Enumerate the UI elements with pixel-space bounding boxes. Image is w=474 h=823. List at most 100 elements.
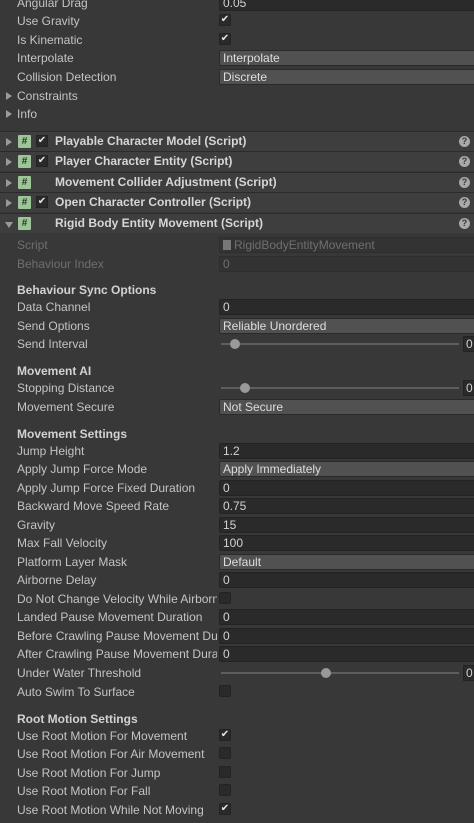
apply-jump-force-mode-dropdown[interactable]: Apply Immediately <box>219 461 474 477</box>
help-icon[interactable]: ? <box>459 156 470 167</box>
before-crawling-field[interactable]: 0 <box>219 628 474 644</box>
component-header-player-character-entity[interactable]: # ✔ Player Character Entity (Script) ? <box>0 151 474 171</box>
collision-detection-label: Collision Detection <box>17 70 117 84</box>
script-hash-icon: # <box>18 217 31 230</box>
root-motion-fall-row: Use Root Motion For Fall <box>0 782 474 800</box>
section-header-movement-settings: Movement Settings <box>0 425 474 443</box>
component-enabled-checkbox[interactable]: ✔ <box>36 196 48 208</box>
component-header-movement-collider-adjustment[interactable]: # Movement Collider Adjustment (Script) … <box>0 172 474 192</box>
foldout-arrow-icon[interactable] <box>6 92 12 100</box>
help-icon[interactable]: ? <box>459 197 470 208</box>
component-title: Playable Character Model (Script) <box>55 134 247 148</box>
send-interval-row: Send Interval 0 <box>0 335 474 353</box>
jump-height-field[interactable]: 1.2 <box>219 443 474 459</box>
apply-jump-force-fixed-duration-field[interactable]: 0 <box>219 480 474 496</box>
section-title: Movement Settings <box>17 427 128 441</box>
stopping-distance-slider[interactable]: 0 <box>219 379 474 397</box>
do-not-change-velocity-label: Do Not Change Velocity While Airborne <box>17 592 217 606</box>
foldout-arrow-icon[interactable] <box>6 199 12 207</box>
data-channel-field[interactable]: 0 <box>219 299 474 315</box>
gravity-field[interactable]: 15 <box>219 517 474 533</box>
jump-height-row: Jump Height 1.2 <box>0 442 474 460</box>
root-motion-not-moving-label: Use Root Motion While Not Moving <box>17 803 204 817</box>
foldout-arrow-icon[interactable] <box>6 138 12 146</box>
slider-track[interactable] <box>221 387 459 389</box>
send-options-row: Send Options Reliable Unordered <box>0 317 474 335</box>
slider-thumb[interactable] <box>239 383 250 393</box>
under-water-threshold-slider[interactable]: 0 <box>219 664 474 682</box>
behaviour-index-field: 0 <box>219 256 474 272</box>
help-icon[interactable]: ? <box>459 136 470 147</box>
data-channel-label: Data Channel <box>17 300 91 314</box>
component-enabled-checkbox[interactable]: ✔ <box>36 155 48 167</box>
auto-swim-checkbox[interactable] <box>219 685 231 697</box>
backward-move-speed-rate-field[interactable]: 0.75 <box>219 498 474 514</box>
info-label[interactable]: Info <box>17 105 217 123</box>
info-foldout[interactable]: Info <box>0 105 474 123</box>
slider-track[interactable] <box>221 672 459 674</box>
script-hash-icon: # <box>18 176 31 189</box>
collision-detection-row: Collision Detection Discrete <box>0 68 474 86</box>
root-motion-movement-row: Use Root Motion For Movement ✔ <box>0 727 474 745</box>
script-name: RigidBodyEntityMovement <box>234 238 375 252</box>
is-kinematic-checkbox[interactable]: ✔ <box>219 33 231 45</box>
landed-pause-label: Landed Pause Movement Duration <box>17 610 203 624</box>
auto-swim-label: Auto Swim To Surface <box>17 685 135 699</box>
max-fall-velocity-field[interactable]: 100 <box>219 535 474 551</box>
component-header-playable-character-model[interactable]: # ✔ Playable Character Model (Script) ? <box>0 131 474 151</box>
angular-drag-field[interactable]: 0.05 <box>219 0 474 11</box>
slider-value-field[interactable]: 0 <box>463 380 474 396</box>
component-header-open-character-controller[interactable]: # ✔ Open Character Controller (Script) ? <box>0 192 474 212</box>
component-header-rigid-body-entity-movement[interactable]: # Rigid Body Entity Movement (Script) ? <box>0 213 474 233</box>
foldout-arrow-expanded-icon[interactable] <box>5 222 13 228</box>
apply-jump-force-fixed-duration-row: Apply Jump Force Fixed Duration 0 <box>0 479 474 497</box>
root-motion-jump-row: Use Root Motion For Jump <box>0 764 474 782</box>
help-icon[interactable]: ? <box>459 177 470 188</box>
platform-layer-mask-dropdown[interactable]: Default <box>219 554 474 570</box>
slider-track[interactable] <box>221 343 459 345</box>
use-gravity-checkbox[interactable]: ✔ <box>219 14 231 26</box>
slider-value-field[interactable]: 0 <box>463 336 474 352</box>
slider-thumb[interactable] <box>320 668 331 678</box>
component-enabled-checkbox[interactable]: ✔ <box>36 135 48 147</box>
script-label: Script <box>17 238 48 252</box>
gravity-row: Gravity 15 <box>0 516 474 534</box>
section-header-root-motion: Root Motion Settings <box>0 710 474 728</box>
root-motion-not-moving-checkbox[interactable]: ✔ <box>219 803 231 815</box>
interpolate-label: Interpolate <box>17 51 74 65</box>
is-kinematic-row: Is Kinematic ✔ <box>0 31 474 49</box>
root-motion-jump-checkbox[interactable] <box>219 766 231 778</box>
send-interval-slider[interactable]: 0 <box>219 335 474 353</box>
movement-secure-row: Movement Secure Not Secure <box>0 398 474 416</box>
root-motion-movement-checkbox[interactable]: ✔ <box>219 729 231 741</box>
before-crawling-label: Before Crawling Pause Movement Duration <box>17 629 217 643</box>
help-icon[interactable]: ? <box>459 218 470 229</box>
constraints-foldout[interactable]: Constraints <box>0 87 474 105</box>
script-hash-icon: # <box>18 155 31 168</box>
constraints-label[interactable]: Constraints <box>17 87 217 105</box>
script-row: Script RigidBodyEntityMovement <box>0 236 474 254</box>
foldout-arrow-icon[interactable] <box>6 179 12 187</box>
root-motion-jump-label: Use Root Motion For Jump <box>17 766 161 780</box>
after-crawling-field[interactable]: 0 <box>219 646 474 662</box>
send-options-dropdown[interactable]: Reliable Unordered <box>219 318 474 334</box>
platform-layer-mask-row: Platform Layer Mask Default <box>0 553 474 571</box>
landed-pause-field[interactable]: 0 <box>219 609 474 625</box>
slider-value-field[interactable]: 0 <box>463 665 474 681</box>
interpolate-dropdown[interactable]: Interpolate <box>219 50 474 66</box>
airborne-delay-field[interactable]: 0 <box>219 572 474 588</box>
root-motion-fall-checkbox[interactable] <box>219 784 231 796</box>
slider-thumb[interactable] <box>230 339 241 349</box>
collision-detection-dropdown[interactable]: Discrete <box>219 69 474 85</box>
section-title: Root Motion Settings <box>17 712 138 726</box>
after-crawling-row: After Crawling Pause Movement Duration 0 <box>0 645 474 663</box>
foldout-arrow-icon[interactable] <box>6 158 12 166</box>
movement-secure-dropdown[interactable]: Not Secure <box>219 399 474 415</box>
root-motion-air-checkbox[interactable] <box>219 747 231 759</box>
section-title: Movement AI <box>17 364 92 378</box>
angular-drag-label: Angular Drag <box>17 0 88 10</box>
root-motion-fall-label: Use Root Motion For Fall <box>17 784 151 798</box>
landed-pause-row: Landed Pause Movement Duration 0 <box>0 608 474 626</box>
foldout-arrow-icon[interactable] <box>6 110 12 118</box>
do-not-change-velocity-checkbox[interactable] <box>219 592 231 604</box>
